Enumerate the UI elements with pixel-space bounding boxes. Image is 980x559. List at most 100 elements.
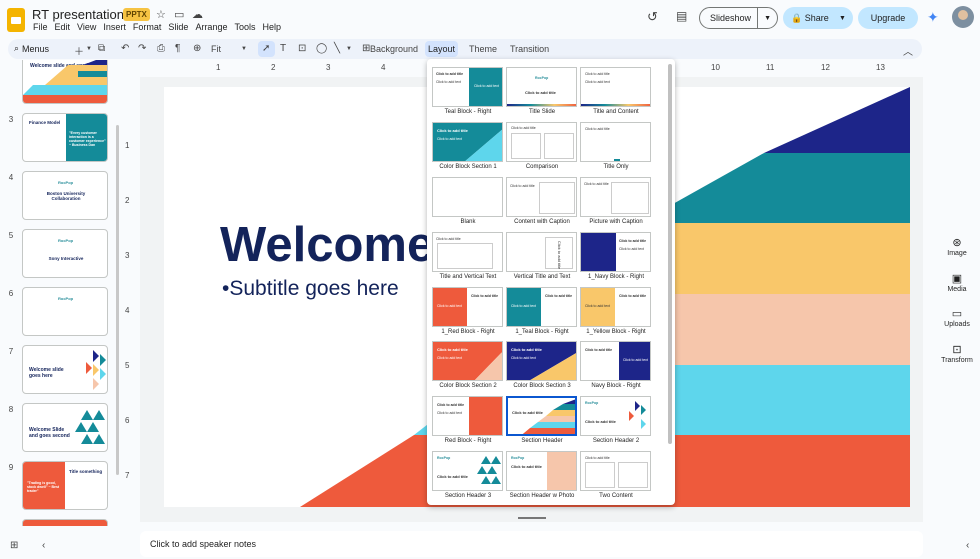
zoom-select[interactable]: Fit [211, 44, 221, 54]
menu-view[interactable]: View [77, 22, 96, 32]
layout-option[interactable]: Click to add title Click to add text [580, 341, 651, 381]
gemini-sparkle-icon[interactable]: ✦ [927, 9, 939, 26]
star-icon[interactable]: ☆ [156, 8, 166, 21]
menu-help[interactable]: Help [262, 22, 281, 32]
layout-option[interactable]: Click to add title Click to add text [506, 341, 577, 381]
redo-icon[interactable]: ↷ [138, 43, 146, 54]
filmstrip-slide[interactable]: RocPop Boston University Collaboration [22, 171, 108, 220]
side-transform-button[interactable]: ⊡ Transform [940, 343, 974, 364]
theme-button[interactable]: Theme [469, 44, 497, 54]
layout-option-label[interactable]: Color Block Section 2 [428, 383, 508, 389]
menu-edit[interactable]: Edit [55, 22, 71, 32]
layout-option[interactable]: Click to add title Click to add text [580, 287, 651, 327]
folder-icon[interactable]: ▭ [174, 8, 184, 21]
layout-option[interactable]: Click to add title [506, 232, 577, 272]
layout-option[interactable]: Click to add title [506, 396, 577, 436]
menu-file[interactable]: File [33, 22, 48, 32]
layout-option-label[interactable]: Title and Vertical Text [428, 274, 508, 280]
layout-icon[interactable]: ⧉ [98, 43, 105, 54]
layout-option-label[interactable]: Section Header w Photo [502, 493, 582, 499]
layout-option[interactable]: Click to add title [506, 177, 577, 217]
filmstrip-slide[interactable]: RocPop Sony Interactive [22, 229, 108, 278]
notes-resize-handle[interactable] [518, 517, 546, 519]
layout-option-label[interactable]: Title Only [576, 164, 656, 170]
filmstrip-scrollbar[interactable] [116, 125, 119, 475]
layout-option[interactable]: Click to add title [580, 122, 651, 162]
layout-scrollbar[interactable] [668, 64, 672, 444]
layout-option-label[interactable]: Color Block Section 1 [428, 164, 508, 170]
share-label[interactable]: 🔒 Share [783, 13, 835, 24]
side-image-button[interactable]: ⊛ Image [940, 236, 974, 257]
layout-option[interactable]: Click to add title Click to add text [432, 341, 503, 381]
cloud-icon[interactable]: ☁ [192, 8, 203, 21]
speaker-notes[interactable]: Click to add speaker notes [140, 531, 923, 557]
filmstrip-slide[interactable]: Welcome slide and another line [22, 60, 108, 104]
select-cursor-icon[interactable]: ➚ [262, 43, 270, 54]
new-slide-dropdown-icon[interactable]: ▼ [86, 46, 92, 52]
comment-icon[interactable]: ▤ [676, 9, 687, 23]
layout-option[interactable]: Click to add title [580, 451, 651, 491]
slideshow-dropdown-icon[interactable]: ▼ [757, 8, 777, 28]
layout-button[interactable]: Layout [425, 41, 458, 57]
line-icon[interactable]: ╲ [334, 43, 340, 54]
layout-option-label[interactable]: Title Slide [502, 109, 582, 115]
filmstrip-slide[interactable] [22, 519, 108, 526]
layout-option[interactable]: Click to add title Click to add text [432, 287, 503, 327]
layout-option-label[interactable]: Comparison [502, 164, 582, 170]
filmstrip-slide[interactable]: Welcome Slide and goes second [22, 403, 108, 452]
share-button[interactable]: 🔒 Share ▼ [783, 7, 853, 29]
upgrade-button[interactable]: Upgrade [858, 7, 918, 29]
layout-option[interactable]: RocPop Click to add title [506, 67, 577, 107]
menu-slide[interactable]: Slide [168, 22, 188, 32]
grid-view-icon[interactable]: ⊞ [10, 540, 18, 551]
layout-option-label[interactable]: Red Block - Right [428, 438, 508, 444]
menu-format[interactable]: Format [133, 22, 162, 32]
filmstrip-slide[interactable]: "Trading is good, stock dwell" ~ Best tr… [22, 461, 108, 510]
layout-option-label[interactable]: Teal Block - Right [428, 109, 508, 115]
avatar[interactable] [952, 6, 974, 28]
slide-title[interactable]: Welcome [220, 217, 434, 273]
layout-option-label[interactable]: Two Content [576, 493, 656, 499]
menu-insert[interactable]: Insert [103, 22, 126, 32]
shape-icon[interactable]: ◯ [316, 43, 327, 54]
layout-option-label[interactable]: Section Header [502, 438, 582, 444]
filmstrip-slide[interactable]: RocPop [22, 287, 108, 336]
layout-option-label[interactable]: Color Block Section 3 [502, 383, 582, 389]
zoom-dropdown-icon[interactable]: ▼ [241, 46, 247, 52]
image-icon[interactable]: ⊡ [298, 43, 306, 54]
layout-option[interactable]: Click to add title Click to add text [506, 287, 577, 327]
layout-option[interactable]: RocPop Click to add title [580, 396, 651, 436]
menu-arrange[interactable]: Arrange [195, 22, 227, 32]
print-icon[interactable]: ⎙ [157, 43, 165, 54]
background-button[interactable]: Background [370, 44, 418, 54]
slide-subtitle[interactable]: •Subtitle goes here [222, 277, 399, 301]
expand-side-panel-icon[interactable]: ‹ [966, 540, 969, 551]
layout-option-label[interactable]: Vertical Title and Text [502, 274, 582, 280]
layout-option-label[interactable]: 1_Teal Block - Right [502, 329, 582, 335]
layout-option[interactable]: Click to add title [580, 177, 651, 217]
line-dropdown-icon[interactable]: ▼ [346, 46, 352, 52]
layout-option[interactable]: Click to add title [506, 122, 577, 162]
new-slide-icon[interactable]: ＋ [74, 43, 84, 58]
menu-tools[interactable]: Tools [234, 22, 255, 32]
layout-option-label[interactable]: 1_Red Block - Right [428, 329, 508, 335]
layout-option-label[interactable]: Navy Block - Right [576, 383, 656, 389]
layout-option-label[interactable]: Section Header 3 [428, 493, 508, 499]
layout-option[interactable]: Click to add title Click to add text [432, 122, 503, 162]
slideshow-label[interactable]: Slideshow [700, 13, 757, 23]
layout-option-label[interactable]: Section Header 2 [576, 438, 656, 444]
layout-option[interactable]: Click to add title Click to add text [580, 232, 651, 272]
layout-option-label[interactable]: 1_Navy Block - Right [576, 274, 656, 280]
layout-option-label[interactable]: Blank [428, 219, 508, 225]
slideshow-button[interactable]: Slideshow ▼ [699, 7, 778, 29]
collapse-toolbar-icon[interactable]: ︿ [903, 43, 913, 58]
layout-option-label[interactable]: Picture with Caption [576, 219, 656, 225]
transition-button[interactable]: Transition [510, 44, 549, 54]
layout-option[interactable]: Click to add title Click to add text [580, 67, 651, 107]
filmstrip-slide[interactable]: Finance Model "Every customer interactio… [22, 113, 108, 162]
side-uploads-button[interactable]: ▭ Uploads [940, 307, 974, 328]
layout-option[interactable]: RocPop Click to add title [432, 451, 503, 491]
text-box-icon[interactable]: T [280, 43, 286, 54]
layout-option[interactable]: RocPop Click to add title [506, 451, 577, 491]
collapse-filmstrip-icon[interactable]: ‹ [42, 540, 45, 551]
